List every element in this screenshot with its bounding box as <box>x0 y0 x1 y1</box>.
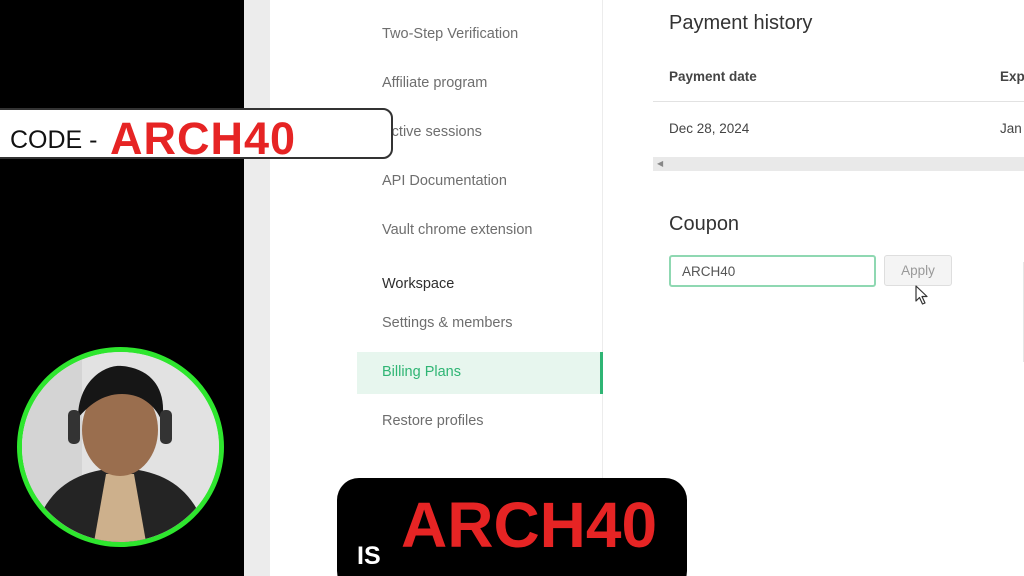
sidebar-item-label: Billing Plans <box>382 364 461 380</box>
coupon-title: Coupon <box>669 213 740 235</box>
apply-coupon-button[interactable]: Apply <box>884 255 952 286</box>
presenter-avatar <box>17 347 224 547</box>
table-cell-payment-date: Dec 28, 2024 <box>669 121 750 136</box>
sidebar-item-settings-members[interactable]: Settings & members <box>382 315 513 331</box>
table-divider <box>653 101 1024 102</box>
sidebar-item-billing-plans[interactable]: Billing Plans <box>357 352 603 394</box>
promo-is-banner: IS ARCH40 <box>337 478 687 576</box>
sidebar-item-active-sessions[interactable]: Active sessions <box>382 124 482 140</box>
table-horizontal-scrollbar[interactable]: ◀ <box>653 157 1024 171</box>
promo-code-value: ARCH40 <box>110 113 297 164</box>
page-gutter <box>244 0 270 576</box>
promo-code-banner: CODE - ARCH40 <box>0 108 393 164</box>
column-header-payment-date: Payment date <box>669 69 757 84</box>
sidebar-item-two-step-verification[interactable]: Two-Step Verification <box>382 26 518 42</box>
mouse-pointer-icon <box>915 285 928 305</box>
sidebar-item-affiliate-program[interactable]: Affiliate program <box>382 75 487 91</box>
presenter-photo <box>22 352 219 542</box>
scroll-left-arrow-icon[interactable]: ◀ <box>657 159 663 168</box>
sidebar-heading-workspace: Workspace <box>382 276 455 292</box>
column-header-expiration: Exp <box>1000 69 1024 84</box>
promo-is-prefix: IS <box>357 542 381 570</box>
promo-code-prefix: CODE - <box>10 126 98 154</box>
sidebar-item-vault-chrome-extension[interactable]: Vault chrome extension <box>382 222 532 238</box>
table-cell-expiration: Jan <box>1000 121 1022 136</box>
payment-history-title: Payment history <box>669 12 813 34</box>
sidebar-item-api-documentation[interactable]: API Documentation <box>382 173 507 189</box>
sidebar-item-restore-profiles[interactable]: Restore profiles <box>382 413 484 429</box>
promo-is-value: ARCH40 <box>401 489 658 561</box>
coupon-input[interactable] <box>669 255 876 287</box>
